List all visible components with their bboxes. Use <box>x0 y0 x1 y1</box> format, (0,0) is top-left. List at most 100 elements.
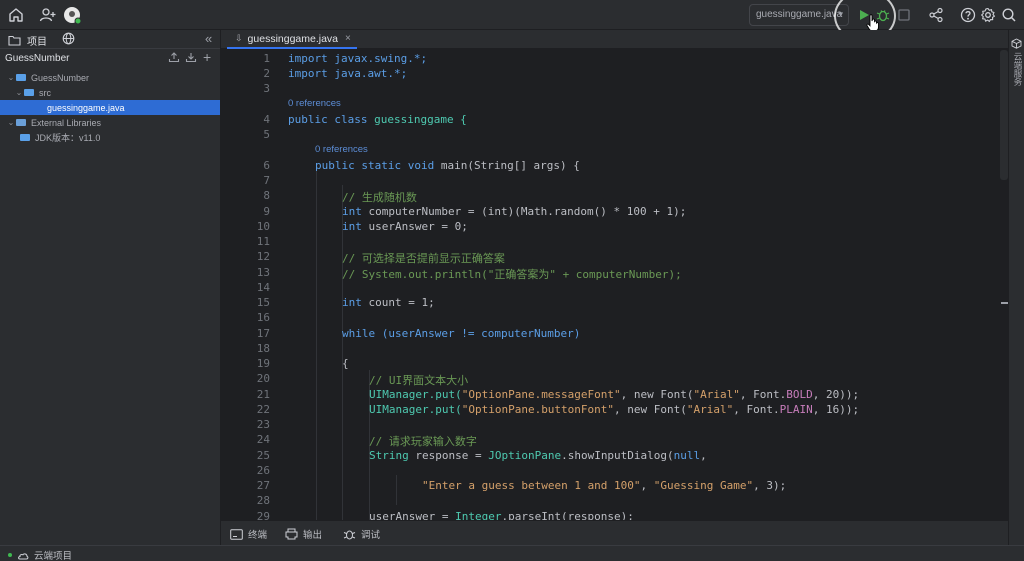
code-line: public class guessinggame { <box>288 113 467 126</box>
code-line: // System.out.println("正确答案为" + computer… <box>342 268 682 281</box>
line-number: 7 <box>263 174 270 187</box>
printer-icon <box>285 528 298 540</box>
project-toolbar: GuessNumber + <box>0 49 220 68</box>
cube-icon[interactable] <box>1011 38 1022 52</box>
indent-guide <box>342 185 343 520</box>
add-icon[interactable]: + <box>203 49 211 65</box>
references-hint[interactable]: 0 references <box>315 144 368 155</box>
cloud-services-label[interactable]: 云端服务 <box>1012 52 1024 86</box>
line-number: 8 <box>263 189 270 202</box>
search-icon[interactable] <box>999 5 1019 25</box>
editor-scrollbar[interactable] <box>1000 50 1008 180</box>
line-number: 29 <box>256 510 270 520</box>
references-hint[interactable]: 0 references <box>288 98 341 109</box>
line-number: 25 <box>256 449 270 462</box>
add-user-icon[interactable] <box>38 5 58 25</box>
code-line: // 生成随机数 <box>342 191 417 204</box>
line-number: 10 <box>256 220 270 233</box>
run-config-label: guessinggame.java <box>756 9 843 20</box>
line-number: 11 <box>256 235 270 248</box>
line-number: 21 <box>256 388 270 401</box>
output-button[interactable]: 输出 <box>285 527 322 541</box>
tree-item-file-selected[interactable]: guessinggame.java <box>0 100 220 115</box>
debug-label: 调试 <box>361 530 381 541</box>
cloud-icon <box>18 552 29 559</box>
tree-item-external-libraries[interactable]: ⌄ External Libraries <box>0 115 220 130</box>
avatar[interactable] <box>62 5 82 25</box>
tree-item-label: src <box>39 87 51 98</box>
code-line: public static void main(String[] args) { <box>315 159 580 172</box>
folder-icon <box>20 134 30 141</box>
code-line: // 请求玩家输入数字 <box>369 435 477 448</box>
chevron-down-icon: ⌄ <box>7 73 15 82</box>
code-line: import java.awt.*; <box>288 67 408 80</box>
tab-guessinggame-java[interactable]: ⇩ guessinggame.java × <box>227 30 357 49</box>
download-icon[interactable] <box>185 51 197 66</box>
debug-button[interactable]: 调试 <box>343 527 380 541</box>
java-file-icon: ⇩ <box>235 33 243 43</box>
cloud-project-status[interactable]: 云端项目 <box>8 548 72 561</box>
cloud-project-label: 云端项目 <box>34 551 73 561</box>
line-number: 24 <box>256 433 270 446</box>
project-panel: 项目 « GuessNumber + ⌄ GuessNumber ⌄ src g… <box>0 30 221 545</box>
line-number: 26 <box>256 464 270 477</box>
line-number: 19 <box>256 357 270 370</box>
tree-item-label: JDK版本：v11.0 <box>35 133 101 143</box>
line-number: 22 <box>256 403 270 416</box>
line-number: 2 <box>263 67 270 80</box>
line-number: 15 <box>256 296 270 309</box>
tree-item-label: External Libraries <box>31 117 102 128</box>
collapse-panel-icon[interactable]: « <box>205 31 212 46</box>
right-tool-strip: 云端服务 <box>1008 30 1024 545</box>
code-line: userAnswer = Integer.parseInt(response); <box>369 510 634 520</box>
line-number: 23 <box>256 418 270 431</box>
line-number: 14 <box>256 281 270 294</box>
folder-icon <box>24 89 34 96</box>
line-number: 13 <box>256 266 270 279</box>
code-line: while (userAnswer != computerNumber) <box>342 327 581 340</box>
line-number: 6 <box>263 159 270 172</box>
status-dot <box>8 553 12 557</box>
close-icon[interactable]: × <box>345 33 351 44</box>
editor-tab-bar: ⇩ guessinggame.java × <box>221 30 1008 49</box>
code-line: int computerNumber = (int)(Math.random()… <box>342 205 687 218</box>
tree-item-label: GuessNumber <box>31 72 90 83</box>
share-icon[interactable] <box>926 5 946 25</box>
indent-guide <box>316 170 317 520</box>
line-number: 28 <box>256 494 270 507</box>
code-line: // 可选择是否提前显示正确答案 <box>342 252 505 265</box>
line-number: 5 <box>263 128 270 141</box>
stop-icon[interactable] <box>894 5 914 25</box>
project-root-title: GuessNumber <box>5 53 70 64</box>
code-line: { <box>342 357 349 370</box>
home-icon[interactable] <box>6 5 26 25</box>
code-line: String response = JOptionPane.showInputD… <box>369 449 707 462</box>
code-editor[interactable]: 1 2 3 4 5 6 7 8 9 10 11 12 13 14 15 16 1… <box>221 50 1008 520</box>
folder-icon <box>8 35 21 46</box>
code-line: UIManager.put("OptionPane.messageFont", … <box>369 388 860 401</box>
line-number: 17 <box>256 327 270 340</box>
settings-icon[interactable] <box>978 5 998 25</box>
tab-project[interactable]: 项目 <box>8 33 47 48</box>
chevron-down-icon: ⌄ <box>15 88 23 97</box>
terminal-button[interactable]: 终端 <box>230 527 267 541</box>
help-icon[interactable] <box>958 5 978 25</box>
line-number: 18 <box>256 342 270 355</box>
scroll-marker <box>1001 302 1008 304</box>
terminal-icon <box>230 528 243 540</box>
output-label: 输出 <box>303 530 323 541</box>
tree-item-project[interactable]: ⌄ GuessNumber <box>0 70 220 85</box>
tab-label: guessinggame.java <box>247 32 339 45</box>
bottom-tool-bar: 终端 输出 调试 <box>221 520 1008 545</box>
globe-icon[interactable] <box>62 32 75 48</box>
terminal-label: 终端 <box>248 530 268 541</box>
folder-icon <box>16 74 26 81</box>
project-panel-header: 项目 « <box>0 30 220 49</box>
tree-item-src[interactable]: ⌄ src <box>0 85 220 100</box>
chevron-down-icon: ⌄ <box>7 118 15 127</box>
upload-icon[interactable] <box>168 51 180 66</box>
line-number: 12 <box>256 250 270 263</box>
top-toolbar: guessinggame.java ▾ <box>0 0 1024 42</box>
code-line: int count = 1; <box>342 296 435 309</box>
tree-item-jdk[interactable]: JDK版本：v11.0 <box>0 130 220 145</box>
